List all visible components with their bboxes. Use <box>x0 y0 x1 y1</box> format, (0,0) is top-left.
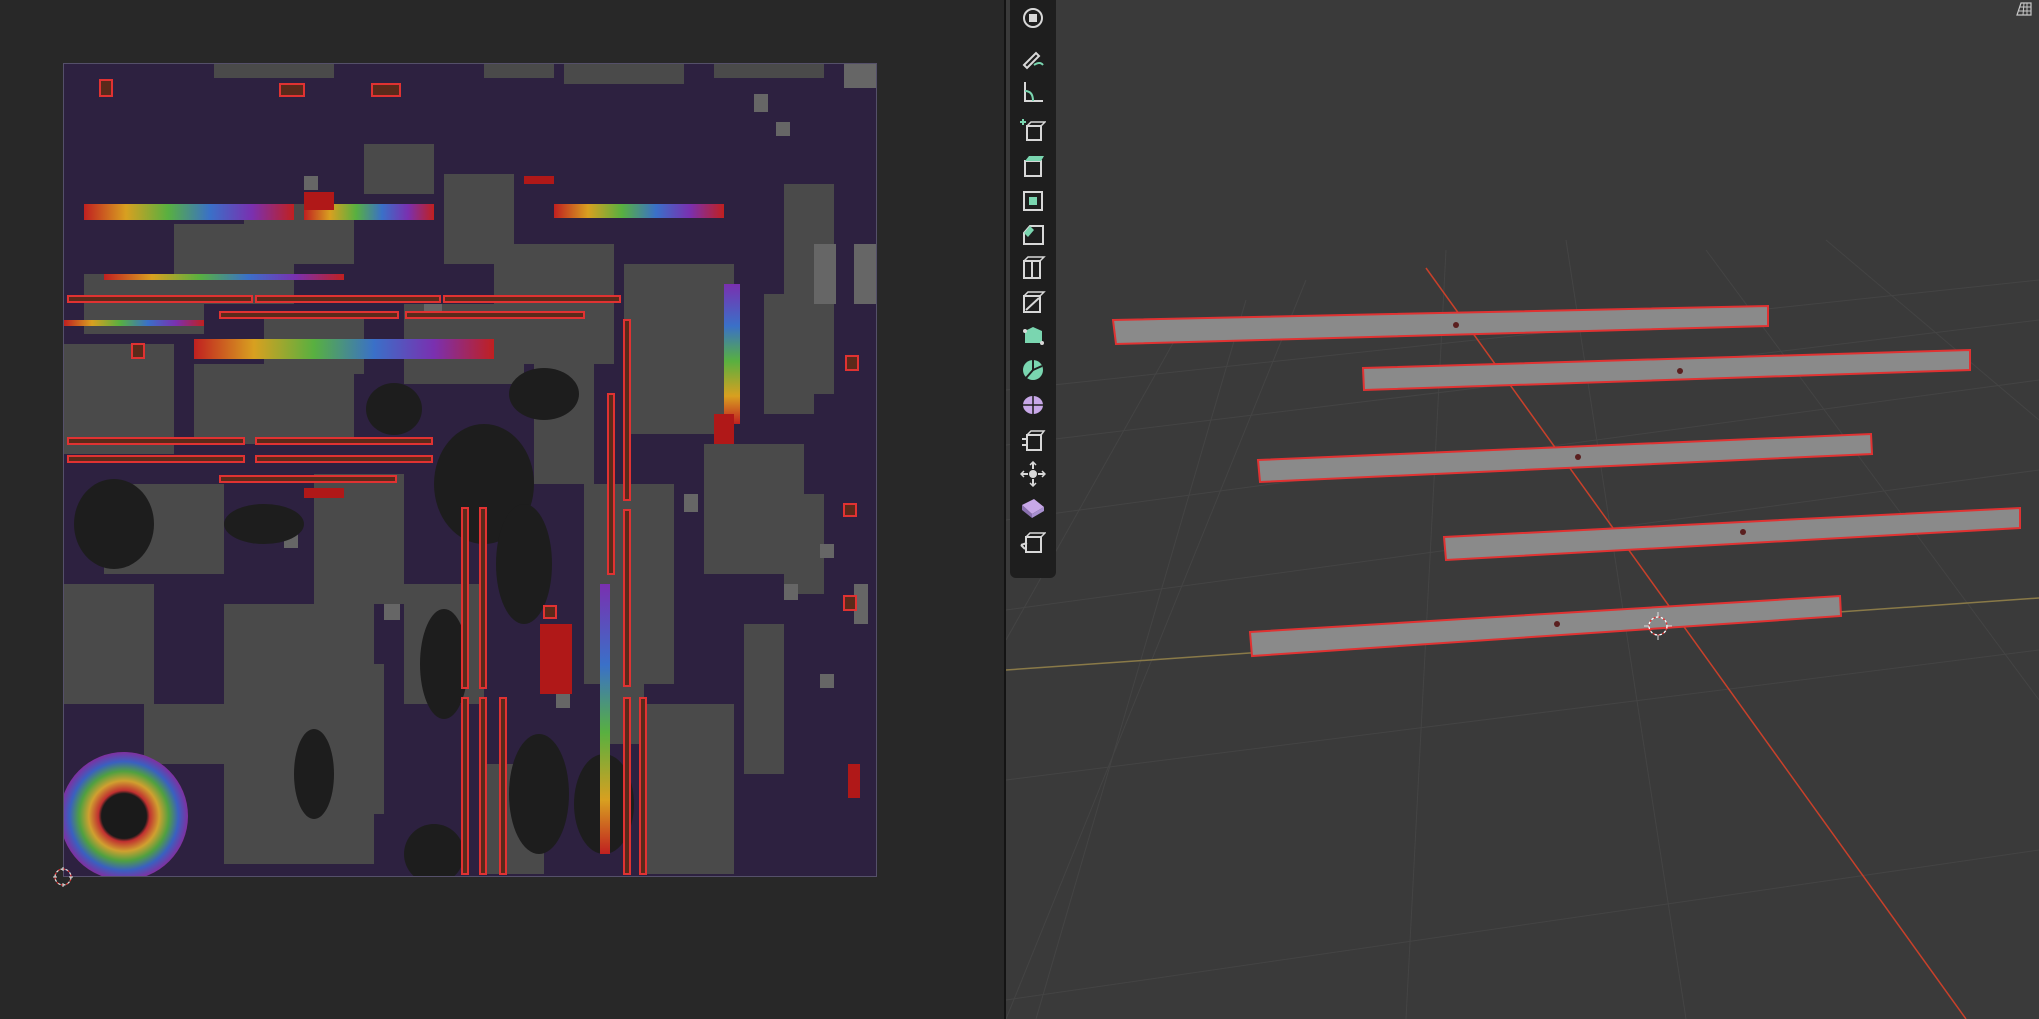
shear-tool-icon[interactable] <box>1016 492 1050 524</box>
view-selection-icon[interactable] <box>1016 2 1050 34</box>
bevel-tool-icon[interactable] <box>1016 218 1050 250</box>
smooth-tool-icon[interactable] <box>1016 388 1050 420</box>
extrude-region-tool-icon[interactable] <box>1016 150 1050 182</box>
rip-region-tool-icon[interactable] <box>1016 526 1050 558</box>
shrink-fatten-tool-icon[interactable] <box>1016 458 1050 490</box>
add-cube-tool-icon[interactable] <box>1016 114 1050 146</box>
spin-tool-icon[interactable] <box>1016 354 1050 386</box>
uv-editor-area[interactable] <box>0 0 1004 1019</box>
plank-5 <box>1248 594 1843 658</box>
measure-tool-icon[interactable] <box>1016 76 1050 108</box>
knife-tool-icon[interactable] <box>1016 286 1050 318</box>
uv-texture-preview <box>60 64 876 884</box>
3d-viewport-area[interactable] <box>1006 0 2039 1019</box>
inset-faces-tool-icon[interactable] <box>1016 184 1050 216</box>
poly-build-tool-icon[interactable] <box>1016 320 1050 352</box>
plank-3 <box>1256 432 1874 484</box>
plank-1 <box>1111 304 1769 346</box>
plank-2 <box>1361 348 1971 392</box>
grid-view-icon[interactable] <box>2011 0 2037 18</box>
tool-shelf <box>1010 0 1056 578</box>
viewport-scene <box>1006 239 2039 1019</box>
plank-4 <box>1442 506 2021 562</box>
uv-texture-canvas[interactable] <box>60 63 877 884</box>
uv-2d-cursor-icon[interactable] <box>52 866 74 888</box>
edge-slide-tool-icon[interactable] <box>1016 424 1050 456</box>
loop-cut-tool-icon[interactable] <box>1016 252 1050 284</box>
selected-planks[interactable] <box>1111 304 2021 658</box>
annotate-tool-icon[interactable] <box>1016 42 1050 74</box>
blender-window <box>0 0 2039 1019</box>
